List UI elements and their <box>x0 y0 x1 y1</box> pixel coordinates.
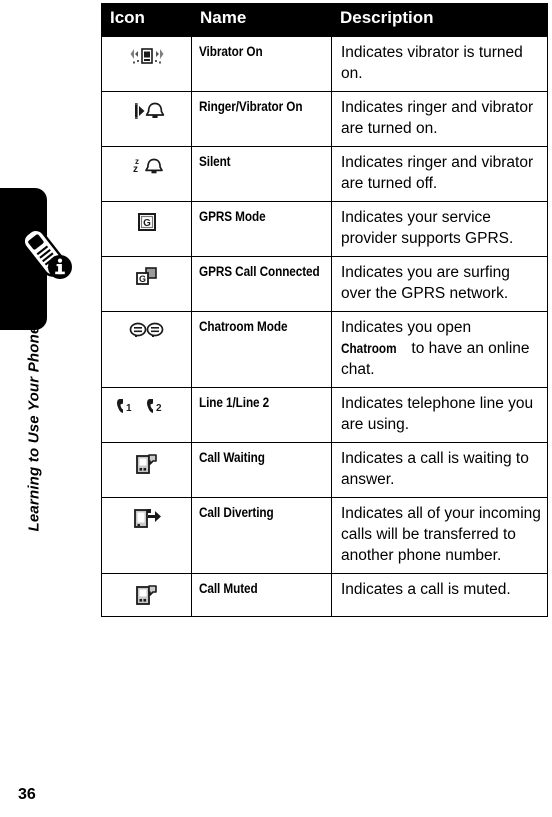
svg-text:G: G <box>138 274 145 284</box>
name-cell: GPRS Call Connected <box>191 256 332 312</box>
svg-text:G: G <box>143 218 151 229</box>
table-row: 1 2 Line 1/Line 2 Indicates telephone li… <box>101 387 548 443</box>
icon-cell <box>101 497 192 574</box>
call-diverting-icon <box>131 506 163 532</box>
description-cell: Indicates ringer and vibrator are turned… <box>331 146 548 202</box>
name-cell: Call Waiting <box>191 442 332 498</box>
ringer-vibrator-on-icon <box>127 100 167 122</box>
manual-page: Learning to Use Your Phone 36 Icon Name … <box>0 0 552 817</box>
table-row: Call Diverting Indicates all of your inc… <box>101 497 548 574</box>
svg-text:1: 1 <box>126 403 132 414</box>
table-row: Call Waiting Indicates a call is waiting… <box>101 442 548 498</box>
icon-cell: 1 2 <box>101 387 192 443</box>
description-cell: Indicates a call is muted. <box>331 573 548 617</box>
column-header-name: Name <box>191 3 332 37</box>
table-row: G GPRS Mode Indicates your service provi… <box>101 201 548 257</box>
indicator-name: GPRS Mode <box>199 208 266 224</box>
silent-icon: z z <box>127 155 167 177</box>
name-cell: Call Diverting <box>191 497 332 574</box>
indicator-name: Call Waiting <box>199 449 265 465</box>
call-waiting-icon <box>132 451 162 477</box>
gprs-mode-icon: G <box>134 210 160 234</box>
svg-text:z: z <box>133 164 138 175</box>
description-cell: Indicates telephone line you are using. <box>331 387 548 443</box>
name-cell: Chatroom Mode <box>191 311 332 388</box>
status-indicators-table: Icon Name Description Vibrator On Indica… <box>101 3 548 617</box>
description-cell: Indicates you open Chatroom to have an o… <box>331 311 548 388</box>
table-row: Ringer/Vibrator On Indicates ringer and … <box>101 91 548 147</box>
indicator-name: Silent <box>199 153 231 169</box>
table-row: Vibrator On Indicates vibrator is turned… <box>101 36 548 92</box>
description-cell: Indicates a call is waiting to answer. <box>331 442 548 498</box>
phone-info-icon <box>21 222 73 284</box>
table-row: z z Silent Indicates ringer and vibrator… <box>101 146 548 202</box>
column-header-description: Description <box>331 3 548 37</box>
icon-cell: G <box>101 201 192 257</box>
page-number: 36 <box>18 786 36 803</box>
description-emphasis: Chatroom <box>341 340 397 356</box>
name-cell: Ringer/Vibrator On <box>191 91 332 147</box>
icon-cell <box>101 311 192 388</box>
description-cell: Indicates all of your incoming calls wil… <box>331 497 548 574</box>
indicator-name: Chatroom Mode <box>199 318 288 334</box>
icon-cell <box>101 442 192 498</box>
description-cell: Indicates vibrator is turned on. <box>331 36 548 92</box>
call-muted-icon <box>132 582 162 608</box>
name-cell: Line 1/Line 2 <box>191 387 332 443</box>
chapter-tab-label: Learning to Use Your Phone <box>25 325 43 532</box>
name-cell: Vibrator On <box>191 36 332 92</box>
indicator-name: GPRS Call Connected <box>199 263 320 279</box>
description-text-before: Indicates you open <box>341 319 472 336</box>
table-row: Call Muted Indicates a call is muted. <box>101 573 548 617</box>
indicator-name: Vibrator On <box>199 43 263 59</box>
icon-cell <box>101 36 192 92</box>
table-row: G GPRS Call Connected Indicates you are … <box>101 256 548 312</box>
table-row: Chatroom Mode Indicates you open Chatroo… <box>101 311 548 388</box>
icon-cell <box>101 91 192 147</box>
chatroom-mode-icon <box>126 320 168 340</box>
line1-line2-icon: 1 2 <box>115 396 179 416</box>
indicator-name: Call Muted <box>199 580 258 596</box>
table-header-row: Icon Name Description <box>101 3 548 37</box>
vibrator-on-icon <box>127 45 167 67</box>
description-cell: Indicates your service provider supports… <box>331 201 548 257</box>
name-cell: GPRS Mode <box>191 201 332 257</box>
indicator-name: Ringer/Vibrator On <box>199 98 303 114</box>
svg-text:2: 2 <box>156 403 162 414</box>
description-cell: Indicates ringer and vibrator are turned… <box>331 91 548 147</box>
description-cell: Indicates you are surfing over the GPRS … <box>331 256 548 312</box>
gprs-call-connected-icon: G <box>133 265 161 289</box>
indicator-name: Call Diverting <box>199 504 274 520</box>
name-cell: Call Muted <box>191 573 332 617</box>
icon-cell: z z <box>101 146 192 202</box>
icon-cell: G <box>101 256 192 312</box>
icon-cell <box>101 573 192 617</box>
name-cell: Silent <box>191 146 332 202</box>
indicator-name: Line 1/Line 2 <box>199 394 270 410</box>
column-header-icon: Icon <box>101 3 192 37</box>
